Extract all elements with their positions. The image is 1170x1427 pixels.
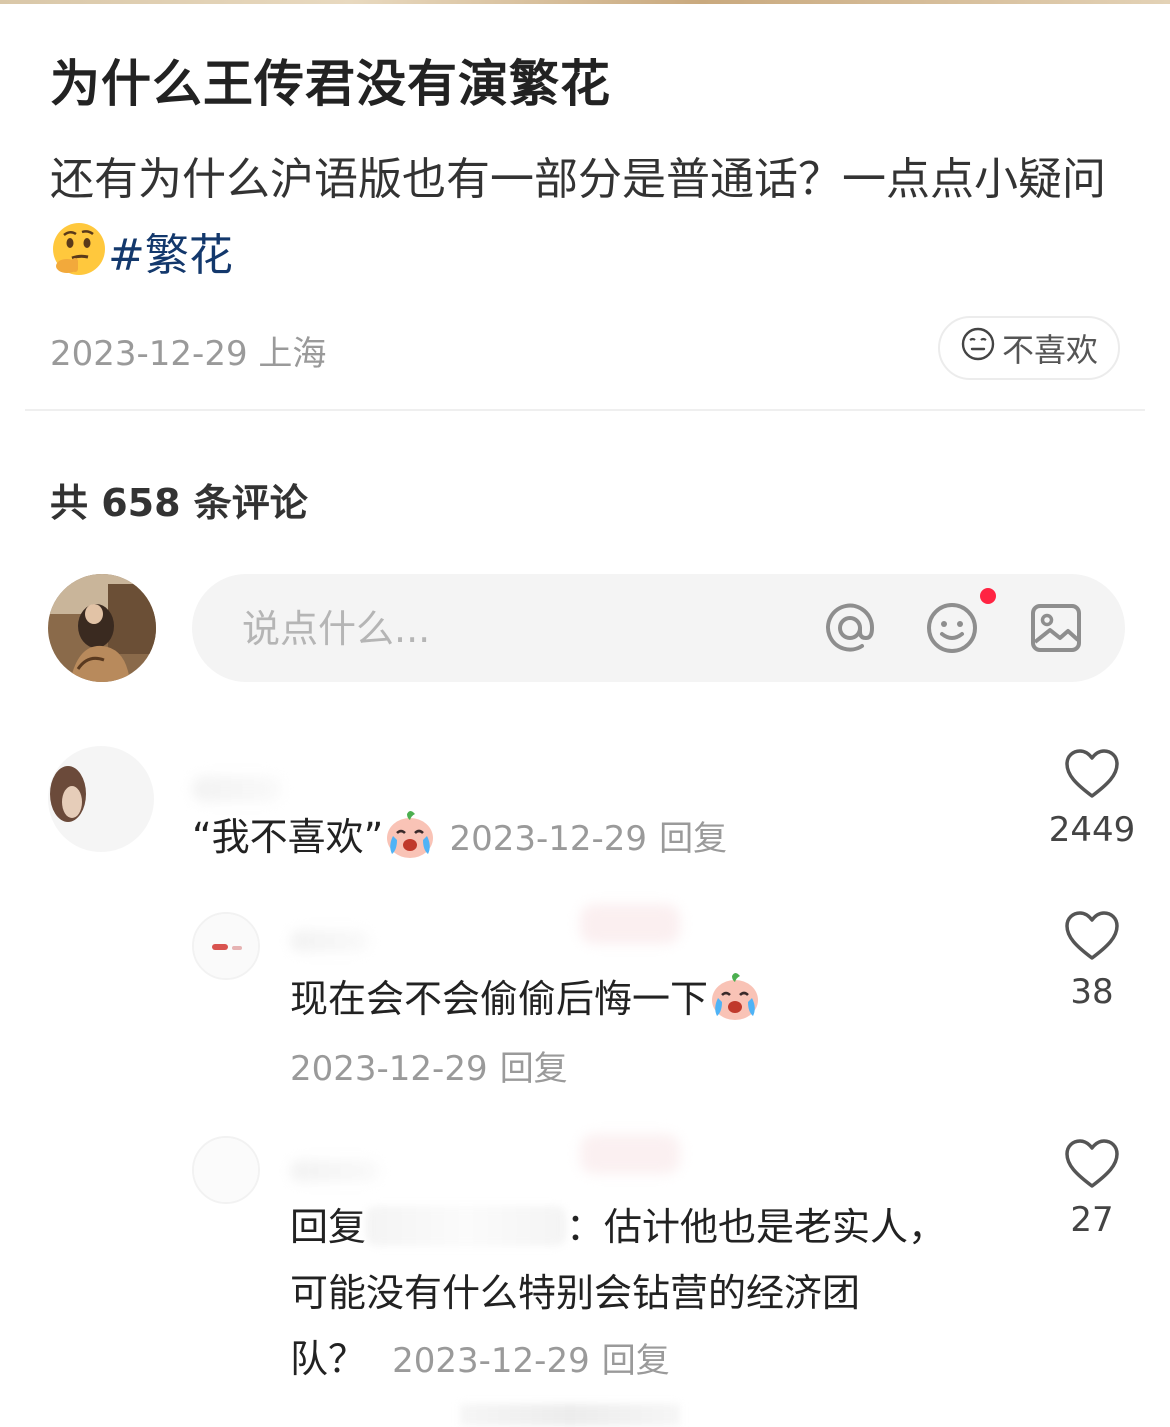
post-meta: 2023-12-29 上海 — [50, 326, 326, 375]
reply-link[interactable]: 回复 — [659, 819, 727, 859]
comment-line: 队？ 2023-12-29 回复 — [290, 1326, 990, 1394]
image-icon[interactable] — [1028, 600, 1084, 656]
commenter-avatar[interactable] — [48, 746, 154, 852]
commenter-name-redacted — [290, 1160, 380, 1182]
post-title: 为什么王传君没有演繁花 — [50, 55, 611, 113]
comment-line: 回复 ：估计他也是老实人， — [290, 1194, 990, 1260]
reply-link[interactable]: 回复 — [500, 1049, 568, 1089]
like-button[interactable]: 27 — [1032, 1138, 1152, 1240]
comment-body: 回复 ：估计他也是老实人， 可能没有什么特别会钻营的经济团 队？ 2023-12-… — [290, 1194, 990, 1394]
reply-prefix: 回复 — [290, 1205, 367, 1249]
comment-count: 共 658 条评论 — [50, 481, 308, 525]
commenter-name-redacted — [290, 930, 370, 952]
post-date: 2023-12-29 — [50, 334, 248, 374]
commenter-name-redacted — [192, 776, 282, 802]
comment-meta-row: 2023-12-29 回复 — [290, 1034, 568, 1102]
dislike-button[interactable]: 不喜欢 — [938, 316, 1120, 380]
crying-face-icon — [708, 968, 762, 1042]
commenter-badge-redacted — [580, 1134, 680, 1174]
user-avatar[interactable] — [48, 574, 156, 682]
comment-text: ：估计他也是老实人， — [566, 1205, 947, 1249]
comment-date: 2023-12-29 — [392, 1341, 590, 1381]
like-button[interactable]: 38 — [1032, 910, 1152, 1012]
comment-body: 现在会不会偷偷后悔一下 — [290, 966, 762, 1042]
heart-icon[interactable] — [1064, 910, 1120, 966]
comment-text: 现在会不会偷偷后悔一下 — [290, 977, 709, 1021]
emoji-icon[interactable] — [924, 600, 980, 656]
comment-input[interactable] — [240, 598, 804, 660]
comment-line: 可能没有什么特别会钻营的经济团 — [290, 1271, 861, 1315]
comment-date: 2023-12-29 — [290, 1049, 488, 1089]
mentioned-user-redacted — [366, 1206, 567, 1246]
comment-text: “我不喜欢” — [192, 815, 384, 859]
commenter-avatar[interactable] — [192, 1136, 260, 1204]
crying-face-icon — [383, 806, 437, 880]
divider — [25, 409, 1145, 411]
post-location: 上海 — [258, 334, 327, 374]
hashtag-link[interactable]: #繁花 — [108, 230, 233, 281]
like-count: 38 — [1070, 972, 1114, 1012]
heart-icon[interactable] — [1064, 748, 1120, 804]
post-body: 还有为什么沪语版也有一部分是普通话？一点点小疑问 #繁花 — [50, 142, 1110, 302]
dislike-label: 不喜欢 — [1001, 331, 1098, 369]
commenter-badge-redacted — [580, 904, 680, 944]
like-button[interactable]: 2449 — [1032, 748, 1152, 850]
heart-icon[interactable] — [1064, 1138, 1120, 1194]
comment-input-bar[interactable] — [192, 574, 1125, 682]
post-body-text: 还有为什么沪语版也有一部分是普通话？一点点小疑问 — [50, 154, 1106, 205]
like-count: 2449 — [1048, 810, 1136, 850]
notification-dot — [980, 588, 996, 604]
like-count: 27 — [1070, 1200, 1114, 1240]
watermark-blur — [460, 1404, 680, 1426]
commenter-avatar[interactable] — [192, 912, 260, 980]
mention-icon[interactable] — [822, 600, 878, 656]
header-image-edge — [0, 0, 1170, 4]
comment-text: 队？ — [290, 1337, 367, 1381]
reply-link[interactable]: 回复 — [602, 1341, 670, 1381]
comment-body: “我不喜欢” 2023-12-29 回复 — [192, 804, 727, 880]
comment-date: 2023-12-29 — [449, 819, 648, 859]
thinking-face-icon — [50, 220, 108, 302]
meh-face-icon — [960, 326, 996, 370]
